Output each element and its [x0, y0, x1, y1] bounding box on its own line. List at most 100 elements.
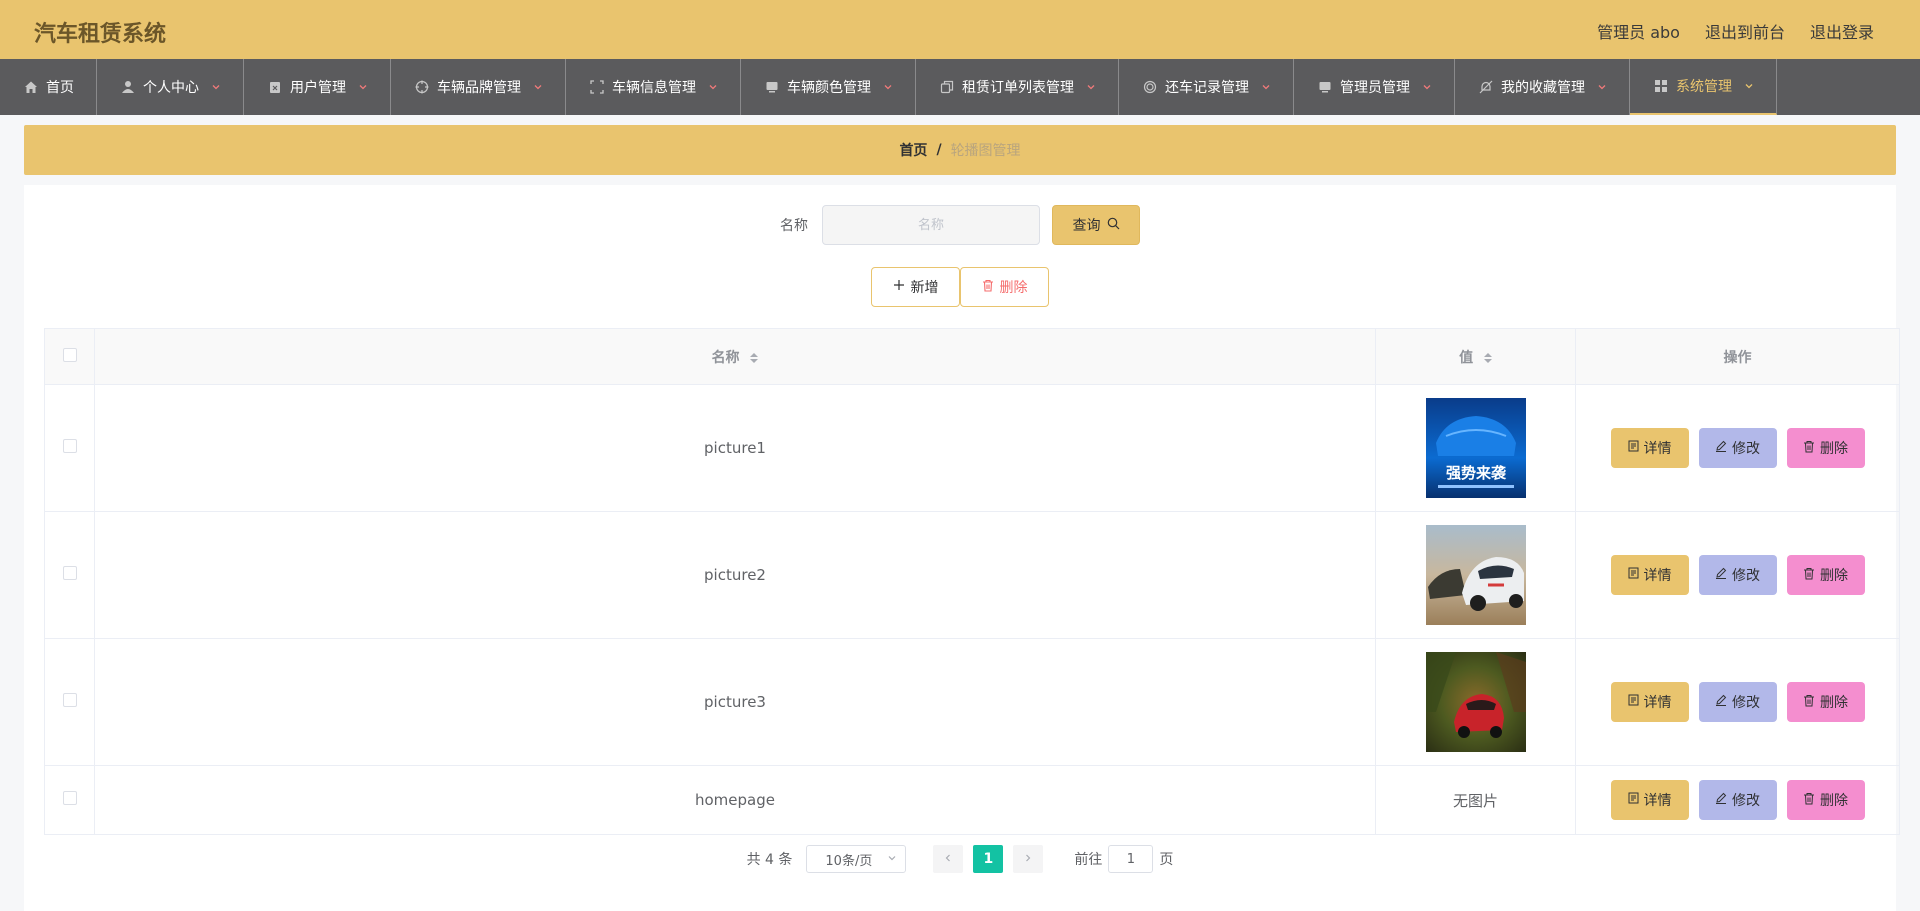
edit-icon [1715, 440, 1727, 456]
edit-label: 修改 [1732, 695, 1760, 711]
nav-label: 还车记录管理 [1165, 80, 1249, 96]
sort-icon[interactable] [1483, 352, 1492, 363]
detail-button[interactable]: 详情 [1610, 428, 1689, 468]
row-select-cell [44, 384, 95, 512]
logout-link[interactable]: 退出登录 [1810, 19, 1874, 43]
chevron-down-icon [1261, 82, 1271, 92]
select-all-cell [44, 328, 95, 385]
table-row: picture2 详情 修改 删除 [44, 511, 1900, 639]
row-operations: 详情 修改 删除 [1575, 765, 1900, 835]
thumbnail-image[interactable] [1425, 652, 1526, 752]
row-checkbox[interactable] [62, 791, 77, 805]
nav-item-color-management[interactable]: 车辆颜色管理 [741, 59, 916, 115]
row-select-cell [44, 511, 95, 639]
detail-button[interactable]: 详情 [1610, 780, 1689, 820]
breadcrumb: 首页 / 轮播图管理 [24, 125, 1896, 175]
detail-button[interactable]: 详情 [1610, 555, 1689, 595]
select-all-checkbox[interactable] [62, 347, 77, 362]
row-checkbox[interactable] [62, 566, 77, 580]
nav-label: 租赁订单列表管理 [962, 80, 1074, 96]
row-select-cell [44, 638, 95, 766]
thumbnail-image[interactable] [1425, 525, 1526, 625]
row-value [1375, 638, 1576, 766]
row-operations: 详情 修改 删除 [1575, 511, 1900, 639]
page-size-select[interactable]: 10条/页 [806, 845, 907, 873]
trash-icon [1803, 567, 1815, 584]
grid-icon [1654, 79, 1668, 93]
goto-page-input[interactable] [1108, 845, 1154, 873]
column-header-name[interactable]: 名称 [94, 328, 1376, 385]
chevron-down-icon [533, 82, 543, 92]
batch-delete-button[interactable]: 删除 [960, 267, 1049, 307]
main-panel: 名称 查询 新增 删除 名称 [24, 185, 1900, 911]
edit-label: 修改 [1732, 441, 1760, 457]
breadcrumb-home[interactable]: 首页 [899, 140, 927, 160]
edit-button[interactable]: 修改 [1698, 428, 1777, 468]
detail-button[interactable]: 详情 [1610, 682, 1689, 722]
search-input[interactable] [822, 205, 1040, 245]
chevron-down-icon [211, 82, 221, 92]
trash-icon [1803, 440, 1815, 457]
chevron-down-icon [1597, 82, 1607, 92]
query-button[interactable]: 查询 [1052, 205, 1140, 245]
query-button-label: 查询 [1072, 218, 1101, 234]
delete-button[interactable]: 删除 [1786, 555, 1865, 595]
action-bar: 新增 删除 [24, 267, 1896, 307]
chevron-down-icon [1744, 81, 1754, 91]
home-icon [24, 80, 38, 94]
nav-item-rental-orders[interactable]: 租赁订单列表管理 [916, 59, 1119, 115]
nav-item-user-management[interactable]: 用户管理 [244, 59, 391, 115]
nav-item-return-records[interactable]: 还车记录管理 [1119, 59, 1294, 115]
delete-button[interactable]: 删除 [1786, 780, 1865, 820]
document-icon [1628, 440, 1639, 456]
breadcrumb-current: 轮播图管理 [950, 143, 1021, 159]
user-icon [121, 80, 135, 94]
nav-item-home[interactable]: 首页 [0, 59, 97, 115]
detail-label: 详情 [1643, 568, 1672, 584]
row-operations: 详情 修改 删除 [1575, 384, 1900, 512]
nav-item-system-management[interactable]: 系统管理 [1630, 59, 1777, 115]
row-value [1375, 511, 1576, 639]
column-header-value[interactable]: 值 [1375, 328, 1576, 385]
sort-icon[interactable] [750, 352, 759, 363]
table-row: picture1 强势来袭 详情 修改 删除 [44, 384, 1900, 512]
monitor-icon [1318, 80, 1332, 94]
detail-label: 详情 [1643, 441, 1672, 457]
nav-item-vehicle-info[interactable]: 车辆信息管理 [566, 59, 741, 115]
edit-button[interactable]: 修改 [1698, 555, 1777, 595]
prev-page-button[interactable] [933, 845, 964, 873]
row-checkbox[interactable] [62, 693, 77, 707]
nav-label: 我的收藏管理 [1501, 80, 1585, 96]
edit-button[interactable]: 修改 [1698, 682, 1777, 722]
next-page-button[interactable] [1013, 845, 1044, 873]
row-name: picture1 [94, 384, 1376, 512]
nav-label: 个人中心 [143, 80, 199, 96]
delete-button[interactable]: 删除 [1786, 682, 1865, 722]
nav-label: 管理员管理 [1340, 80, 1410, 96]
delete-label: 删除 [1820, 568, 1848, 584]
thumbnail-image[interactable]: 强势来袭 [1425, 398, 1526, 498]
edit-button[interactable]: 修改 [1698, 780, 1777, 820]
exit-to-front-link[interactable]: 退出到前台 [1705, 19, 1785, 43]
clipboard-icon [268, 80, 282, 94]
bell-off-icon [1479, 80, 1493, 94]
nav-item-admin-management[interactable]: 管理员管理 [1294, 59, 1455, 115]
add-button[interactable]: 新增 [871, 267, 960, 307]
edit-label: 修改 [1732, 793, 1760, 809]
page-number-button[interactable]: 1 [973, 845, 1004, 873]
top-nav: 首页 个人中心 用户管理 车辆品牌管理 车辆信息管理 车辆颜色管理 租赁订单列表… [0, 59, 1920, 115]
row-checkbox[interactable] [62, 439, 77, 453]
delete-button[interactable]: 删除 [1786, 428, 1865, 468]
nav-label: 车辆信息管理 [612, 80, 696, 96]
current-user-label: 管理员 abo [1597, 23, 1680, 42]
nav-item-profile[interactable]: 个人中心 [97, 59, 244, 115]
table-row: homepage 无图片 详情 修改 删除 [44, 765, 1900, 835]
nav-label: 车辆品牌管理 [437, 80, 521, 96]
header: 汽车租赁系统 管理员 abo 退出到前台 退出登录 [0, 0, 1920, 59]
nav-label: 用户管理 [290, 80, 346, 96]
nav-item-brand-management[interactable]: 车辆品牌管理 [391, 59, 566, 115]
row-value: 强势来袭 [1375, 384, 1576, 512]
nav-item-favorites[interactable]: 我的收藏管理 [1455, 59, 1630, 115]
chevron-down-icon [1422, 82, 1432, 92]
row-value: 无图片 [1375, 765, 1576, 835]
